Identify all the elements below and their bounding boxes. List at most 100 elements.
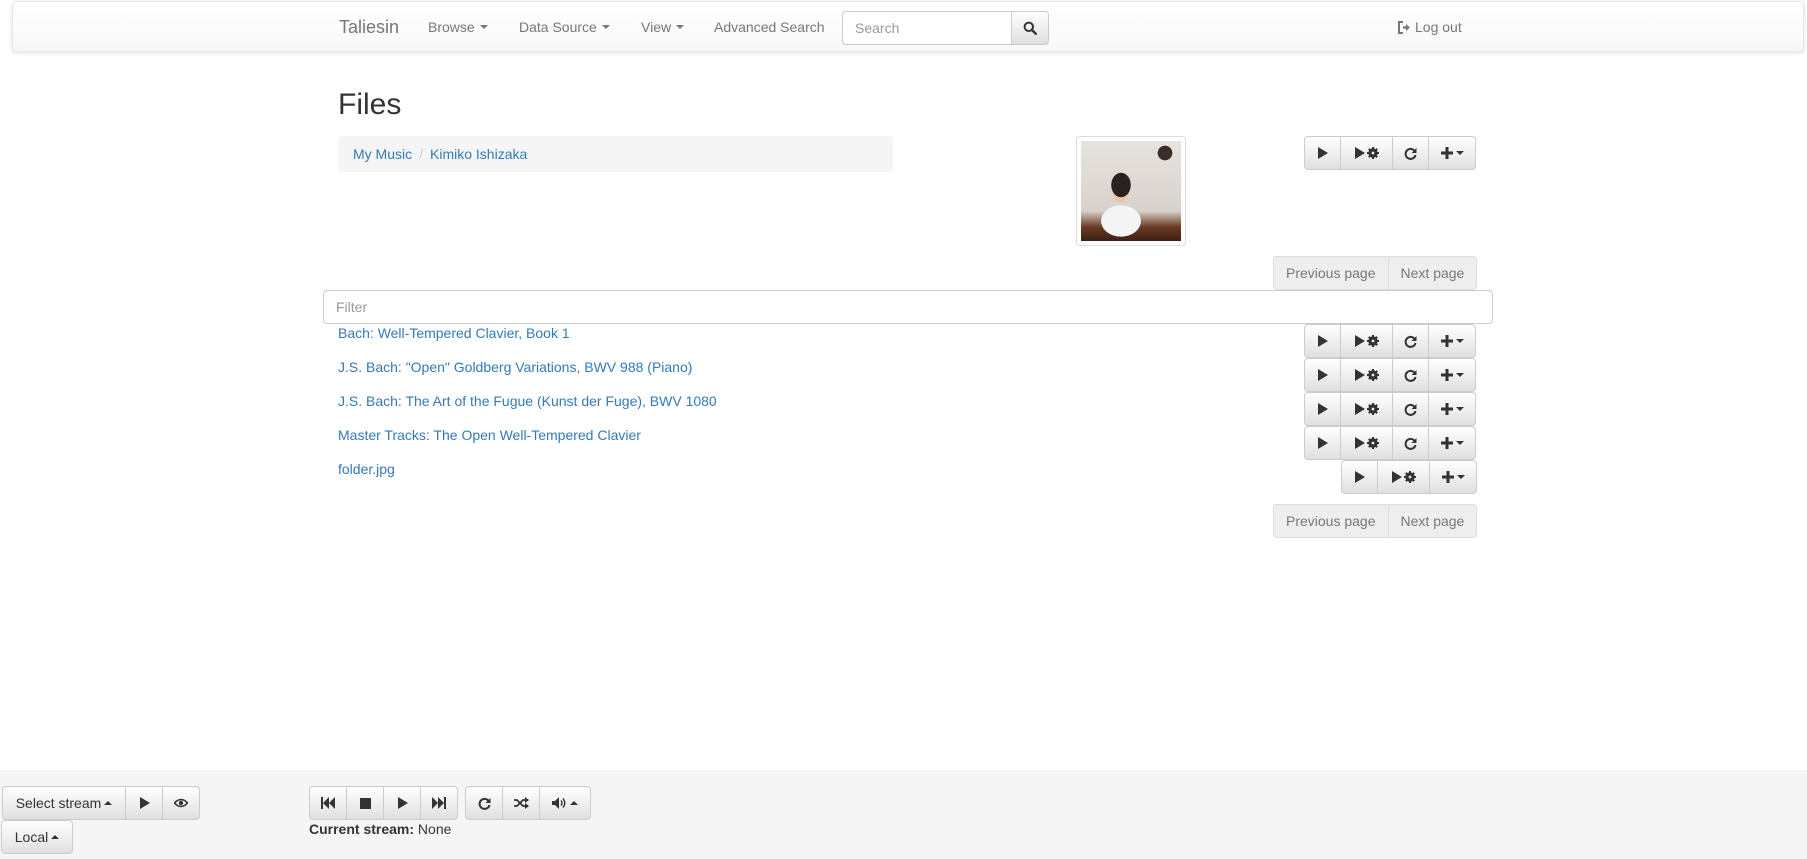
nav-advanced-search[interactable]: Advanced Search [714,19,825,35]
caret-down-icon [1456,475,1465,479]
previous-page-button[interactable]: Previous page [1273,504,1389,538]
file-link[interactable]: folder.jpg [338,461,395,477]
file-link[interactable]: J.S. Bach: "Open" Goldberg Variations, B… [338,359,692,375]
next-page-button[interactable]: Next page [1387,256,1478,290]
row-play-button[interactable] [1304,392,1341,426]
playback-mode-controls [465,786,591,820]
stream-play-button[interactable] [125,786,163,820]
player-target-label: Local [14,829,49,845]
row-refresh-button[interactable] [1392,324,1429,358]
row-refresh-button[interactable] [1392,392,1429,426]
row-add-dropdown-button[interactable] [1428,358,1476,392]
fast-forward-icon [432,797,446,809]
plus-icon [1440,335,1453,347]
nav-browse-label: Browse [428,19,475,35]
breadcrumb-item-kimiko-ishizaka[interactable]: Kimiko Ishizaka [430,146,527,162]
volume-button[interactable] [539,786,591,820]
row-play-button[interactable] [1341,460,1378,494]
refresh-icon [1404,369,1417,382]
row-play-button[interactable] [1304,358,1341,392]
player-bar [0,770,1807,859]
file-link[interactable]: Bach: Well-Tempered Clavier, Book 1 [338,325,570,341]
stream-view-button[interactable] [162,786,200,820]
artist-photo [1081,141,1181,241]
filter-input[interactable] [323,290,1493,324]
caret-down-icon [1455,339,1464,343]
row-play-advanced-button[interactable] [1340,392,1393,426]
row-add-dropdown-button[interactable] [1428,324,1476,358]
next-page-button[interactable]: Next page [1387,504,1478,538]
logout-link[interactable]: Log out [1397,19,1462,35]
breadcrumb-separator: / [419,146,424,162]
caret-down-icon [1455,151,1464,155]
repeat-icon [478,797,490,810]
row-play-button[interactable] [1304,324,1341,358]
file-link[interactable]: Master Tracks: The Open Well-Tempered Cl… [338,427,641,443]
current-stream-value: None [417,821,452,837]
caret-up-icon [570,801,578,805]
plus-icon [1440,147,1453,159]
row-add-dropdown-button[interactable] [1428,426,1476,460]
navbar: Taliesin Browse Data Source View Advance… [12,1,1804,52]
play-icon [1355,471,1365,483]
stop-icon [359,797,371,809]
row-play-button[interactable] [1304,426,1341,460]
plus-icon [1440,437,1453,449]
plus-icon [1440,403,1453,415]
refresh-button[interactable] [1392,136,1429,170]
play-button[interactable] [1304,136,1341,170]
pager-top: Previous page Next page [1273,256,1478,290]
refresh-icon [1404,335,1417,348]
search-button[interactable] [1011,11,1049,45]
row-play-advanced-button[interactable] [1340,426,1393,460]
next-track-button[interactable] [420,786,458,820]
add-dropdown-button[interactable] [1428,136,1476,170]
row-refresh-button[interactable] [1392,358,1429,392]
player-play-button[interactable] [383,786,421,820]
eye-icon [174,798,188,808]
nav-view[interactable]: View [641,19,685,35]
play-advanced-button[interactable] [1340,136,1393,170]
pager-bottom: Previous page Next page [1273,504,1478,538]
row-add-dropdown-button[interactable] [1428,392,1476,426]
row-refresh-button[interactable] [1392,426,1429,460]
previous-track-button[interactable] [309,786,347,820]
row-play-advanced-button[interactable] [1340,324,1393,358]
play-icon [1318,437,1328,449]
nav-browse[interactable]: Browse [428,19,488,35]
caret-down-icon [601,25,610,29]
refresh-icon [1404,437,1417,450]
row-play-advanced-button[interactable] [1340,358,1393,392]
player-target-button[interactable]: Local [1,820,73,854]
refresh-icon [1404,403,1417,416]
current-stream-label: Current stream: [309,821,415,837]
caret-up-icon [104,801,113,805]
play-gear-icon [1354,369,1379,381]
play-icon [1318,147,1328,159]
repeat-button[interactable] [465,786,503,820]
shuffle-button[interactable] [502,786,540,820]
search-input[interactable] [842,11,1012,45]
row-add-dropdown-button[interactable] [1429,460,1477,494]
row-actions [1304,324,1476,358]
brand[interactable]: Taliesin [339,17,399,38]
caret-down-icon [1455,441,1464,445]
nav-data-source[interactable]: Data Source [519,19,610,35]
row-play-advanced-button[interactable] [1377,460,1430,494]
file-link[interactable]: J.S. Bach: The Art of the Fugue (Kunst d… [338,393,717,409]
transport-controls [309,786,458,820]
shuffle-icon [513,797,529,809]
sign-out-icon [1398,20,1410,34]
plus-icon [1441,471,1454,483]
play-gear-icon [1354,147,1379,159]
breadcrumb-item-my-music[interactable]: My Music [353,146,412,162]
play-gear-icon [1354,335,1379,347]
stop-button[interactable] [346,786,384,820]
row-actions [1304,426,1476,460]
folder-cover-image [1076,136,1186,246]
play-gear-icon [1391,471,1416,483]
previous-page-button[interactable]: Previous page [1273,256,1389,290]
select-stream-button[interactable]: Select stream [2,786,126,820]
play-icon [139,797,150,809]
row-actions [1304,392,1476,426]
